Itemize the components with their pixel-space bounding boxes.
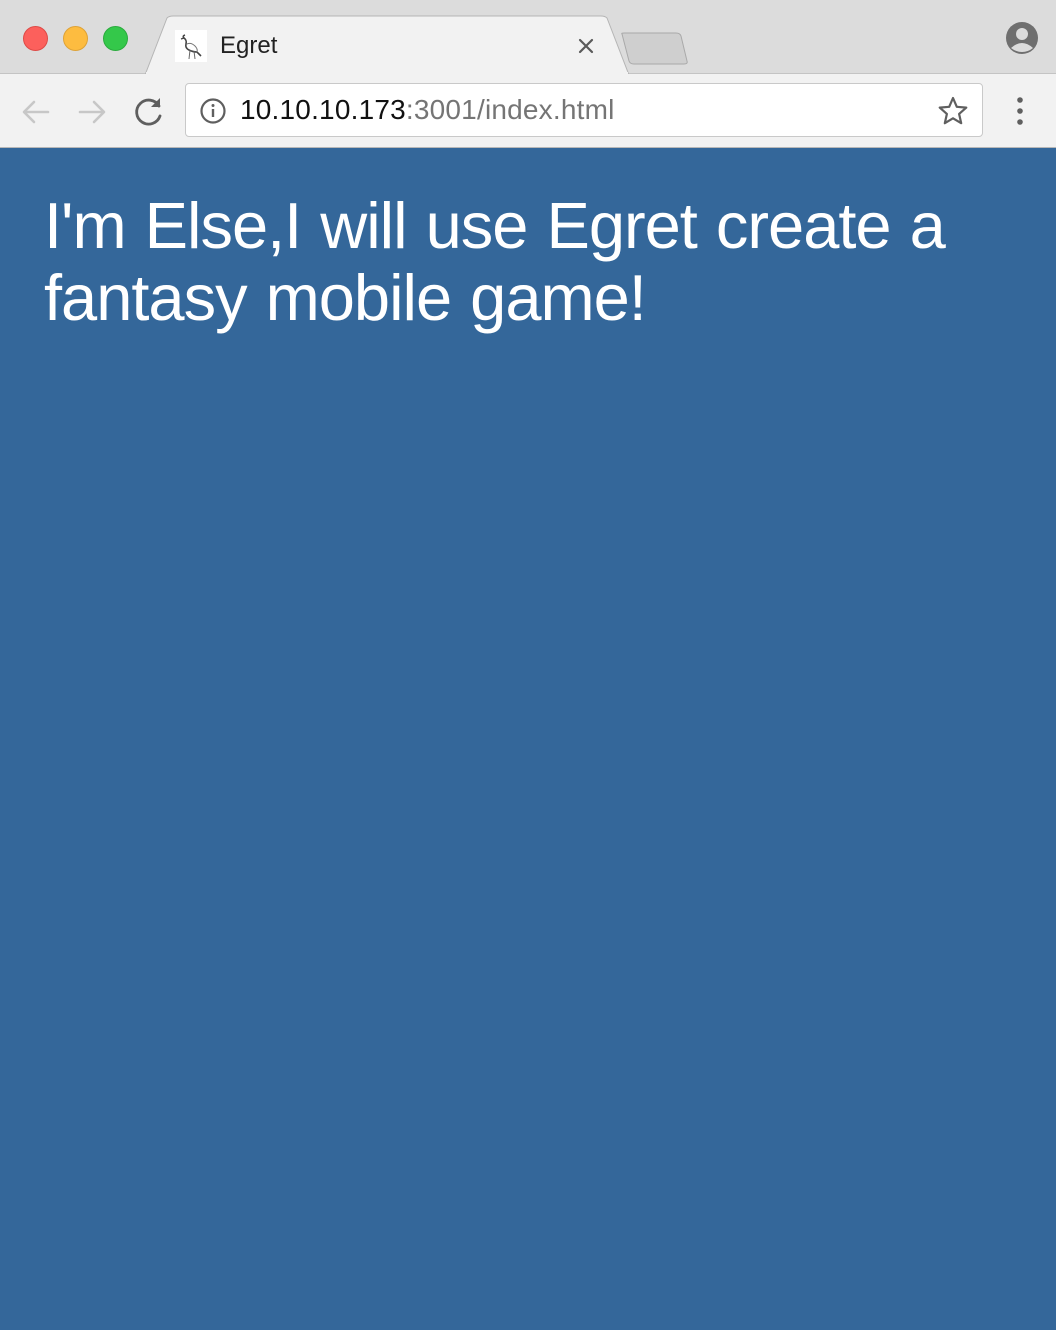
arrow-left-icon[interactable] (18, 94, 54, 130)
info-icon[interactable] (199, 97, 227, 125)
close-icon[interactable] (573, 33, 599, 59)
page-content: I'm Else,I will use Egret create a fanta… (0, 148, 1056, 1330)
tab-strip: Egret (0, 0, 1056, 75)
url-text[interactable]: 10.10.10.173:3001/index.html (240, 93, 615, 127)
url-path: :3001/index.html (405, 94, 615, 125)
browser-window: Egret 10.10.10.173:3001/index.html I'm E… (0, 0, 1056, 1330)
egret-bird-icon (175, 30, 207, 62)
tab-title: Egret (220, 32, 278, 59)
address-bar[interactable]: 10.10.10.173:3001/index.html (185, 83, 983, 137)
active-tab[interactable] (0, 0, 640, 75)
arrow-right-icon[interactable] (74, 94, 110, 130)
browser-toolbar: 10.10.10.173:3001/index.html (0, 74, 1056, 148)
url-host: 10.10.10.173 (240, 94, 406, 125)
new-tab-button[interactable] (620, 32, 690, 66)
page-headline: I'm Else,I will use Egret create a fanta… (44, 189, 946, 334)
profile-icon[interactable] (1005, 21, 1039, 55)
star-icon[interactable] (937, 95, 969, 127)
vertical-dots-icon[interactable] (1006, 94, 1034, 128)
reload-icon[interactable] (131, 94, 167, 130)
